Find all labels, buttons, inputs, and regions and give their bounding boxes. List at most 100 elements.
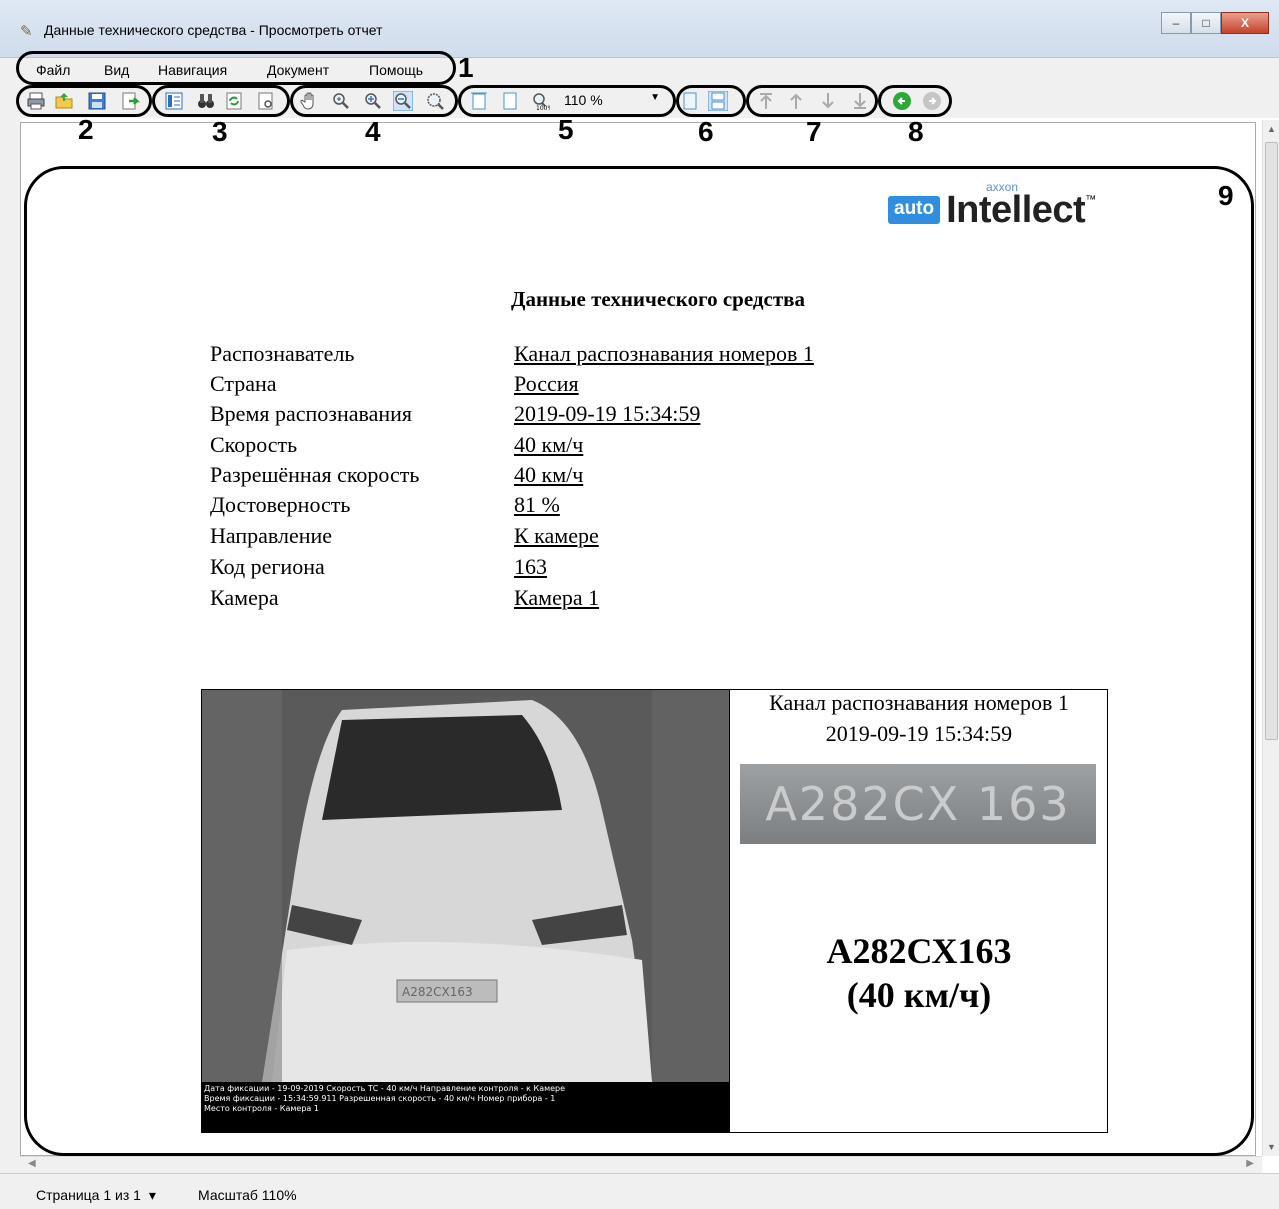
plate-crop-image: А282СХ 163: [740, 764, 1096, 844]
single-page-icon[interactable]: [680, 91, 700, 111]
minimize-button[interactable]: –: [1161, 12, 1191, 34]
logo-brand-text: Intellect: [946, 188, 1086, 231]
caption-line: Дата фиксации - 19-09-2019 Скорость ТС -…: [204, 1084, 566, 1093]
recognition-frame: А282СХ163 Дата фиксации - 19-09-2019 Ско…: [201, 689, 1108, 1133]
logo-trademark: ™: [1085, 194, 1097, 206]
field-value-link[interactable]: Камера 1: [514, 585, 599, 611]
callout-number: 5: [558, 114, 574, 145]
page-width-icon[interactable]: [469, 91, 489, 111]
callout-number: 9: [1218, 180, 1234, 211]
brand-logo: axxon auto Intellect ™: [888, 180, 1097, 231]
vehicle-photo: А282СХ163 Дата фиксации - 19-09-2019 Ско…: [202, 690, 729, 1132]
multi-page-icon[interactable]: [708, 91, 728, 111]
horizontal-scrollbar[interactable]: ◀ ▶: [20, 1156, 1262, 1173]
forward-arrow-icon[interactable]: [922, 91, 942, 111]
zoom-in-icon[interactable]: [363, 91, 383, 111]
side-time: 2019-09-19 15:34:59: [825, 721, 1013, 746]
svg-text:100%: 100%: [536, 105, 550, 111]
maximize-button[interactable]: □: [1191, 12, 1221, 34]
field-label: Камера: [210, 585, 279, 610]
callout-number: 1: [458, 52, 474, 83]
scroll-left-icon[interactable]: ◀: [28, 1158, 36, 1169]
plate-speed: (40 км/ч): [846, 975, 992, 1015]
menu-bar: Файл Вид Навигация Документ Помощь: [0, 58, 1279, 84]
field-label: Распознаватель: [210, 341, 355, 366]
window-title: Данные технического средства - Просмотре…: [44, 22, 383, 38]
photo-plate-text: А282СХ163: [402, 985, 473, 999]
menu-view[interactable]: Вид: [104, 62, 129, 78]
zoom-out-icon[interactable]: [393, 91, 413, 111]
save-icon[interactable]: [87, 91, 107, 111]
title-bar: ✎ Данные технического средства - Просмот…: [0, 0, 1279, 58]
callout-number: 2: [78, 114, 94, 145]
first-page-icon[interactable]: [756, 91, 776, 111]
page-setup-icon[interactable]: [256, 91, 276, 111]
page-indicator-text: Страница 1 из 1: [36, 1187, 141, 1203]
scroll-right-icon[interactable]: ▶: [1246, 1158, 1254, 1169]
zoom-indicator: Масштаб 110%: [198, 1187, 297, 1203]
zoom-level-select[interactable]: 110 % ▼: [560, 92, 662, 110]
photo-caption: Дата фиксации - 19-09-2019 Скорость ТС -…: [202, 1082, 729, 1132]
field-value-link[interactable]: 2019-09-19 15:34:59: [514, 401, 700, 427]
side-channel: Канал распознавания номеров 1: [769, 690, 1069, 715]
menu-navigation[interactable]: Навигация: [158, 62, 227, 78]
refresh-icon[interactable]: [224, 91, 244, 111]
field-value-link[interactable]: Россия: [514, 371, 579, 397]
status-bar: Страница 1 из 1 ▾ Масштаб 110%: [0, 1173, 1279, 1209]
caption-line: Время фиксации - 15:34:59.911 Разрешенна…: [204, 1094, 556, 1103]
menu-help[interactable]: Помощь: [369, 62, 423, 78]
plate-number: А282СХ163: [826, 931, 1012, 971]
report-title: Данные технического средства: [511, 287, 805, 311]
field-value-link[interactable]: 163: [514, 554, 547, 580]
scroll-down-icon[interactable]: ▼: [1267, 1142, 1276, 1152]
table-of-contents-icon[interactable]: [164, 91, 184, 111]
next-page-icon[interactable]: [818, 91, 838, 111]
field-value-link[interactable]: 81 %: [514, 492, 560, 518]
vertical-scrollbar[interactable]: ▲ ▼: [1262, 120, 1279, 1156]
field-label: Разрешённая скорость: [210, 462, 420, 487]
field-label: Направление: [210, 523, 333, 548]
field-label: Достоверность: [210, 492, 351, 517]
magnifier-icon[interactable]: [331, 91, 351, 111]
recognition-summary: Канал распознавания номеров 1 2019-09-19…: [729, 690, 1107, 1132]
callout-number: 7: [806, 116, 822, 147]
field-label: Страна: [210, 371, 277, 396]
callout-number: 8: [908, 116, 924, 147]
field-value-link[interactable]: 40 км/ч: [514, 432, 583, 458]
page-indicator[interactable]: Страница 1 из 1 ▾: [36, 1187, 156, 1204]
car-image: А282СХ163: [202, 690, 729, 1082]
print-icon[interactable]: [26, 91, 46, 111]
logo-auto-badge: auto: [888, 196, 941, 224]
left-gutter: [0, 118, 20, 1173]
caption-line: Место контроля - Камера 1: [204, 1104, 319, 1113]
scrollbar-thumb[interactable]: [1265, 142, 1278, 740]
field-label: Скорость: [210, 432, 298, 457]
field-value-link[interactable]: К камере: [514, 523, 599, 549]
open-folder-icon[interactable]: [54, 91, 74, 111]
hand-pan-icon[interactable]: [300, 91, 320, 111]
callout-number: 3: [212, 116, 228, 147]
app-icon: ✎: [20, 23, 33, 40]
chevron-down-icon: ▼: [650, 92, 660, 103]
last-page-icon[interactable]: [850, 91, 870, 111]
zoom-region-icon[interactable]: [425, 91, 445, 111]
actual-size-icon[interactable]: 100%: [530, 91, 550, 111]
field-label: Код региона: [210, 554, 325, 579]
callout-number: 6: [698, 116, 714, 147]
previous-page-icon[interactable]: [786, 91, 806, 111]
chevron-down-icon: ▾: [148, 1187, 156, 1203]
logo-axxon-text: axxon: [986, 180, 1019, 194]
zoom-level-value: 110 %: [564, 92, 603, 108]
field-label: Время распознавания: [210, 401, 413, 426]
close-button[interactable]: X: [1221, 12, 1269, 34]
field-value-link[interactable]: Канал распознавания номеров 1: [514, 341, 814, 367]
back-arrow-icon[interactable]: [892, 91, 912, 111]
scroll-up-icon[interactable]: ▲: [1267, 124, 1276, 134]
field-value-link[interactable]: 40 км/ч: [514, 462, 583, 488]
whole-page-icon[interactable]: [500, 91, 520, 111]
export-icon[interactable]: [120, 91, 140, 111]
menu-document[interactable]: Документ: [267, 62, 329, 78]
menu-file[interactable]: Файл: [36, 62, 70, 78]
search-binoculars-icon[interactable]: [196, 91, 216, 111]
toolbar: 100% 110 % ▼: [0, 84, 1279, 118]
